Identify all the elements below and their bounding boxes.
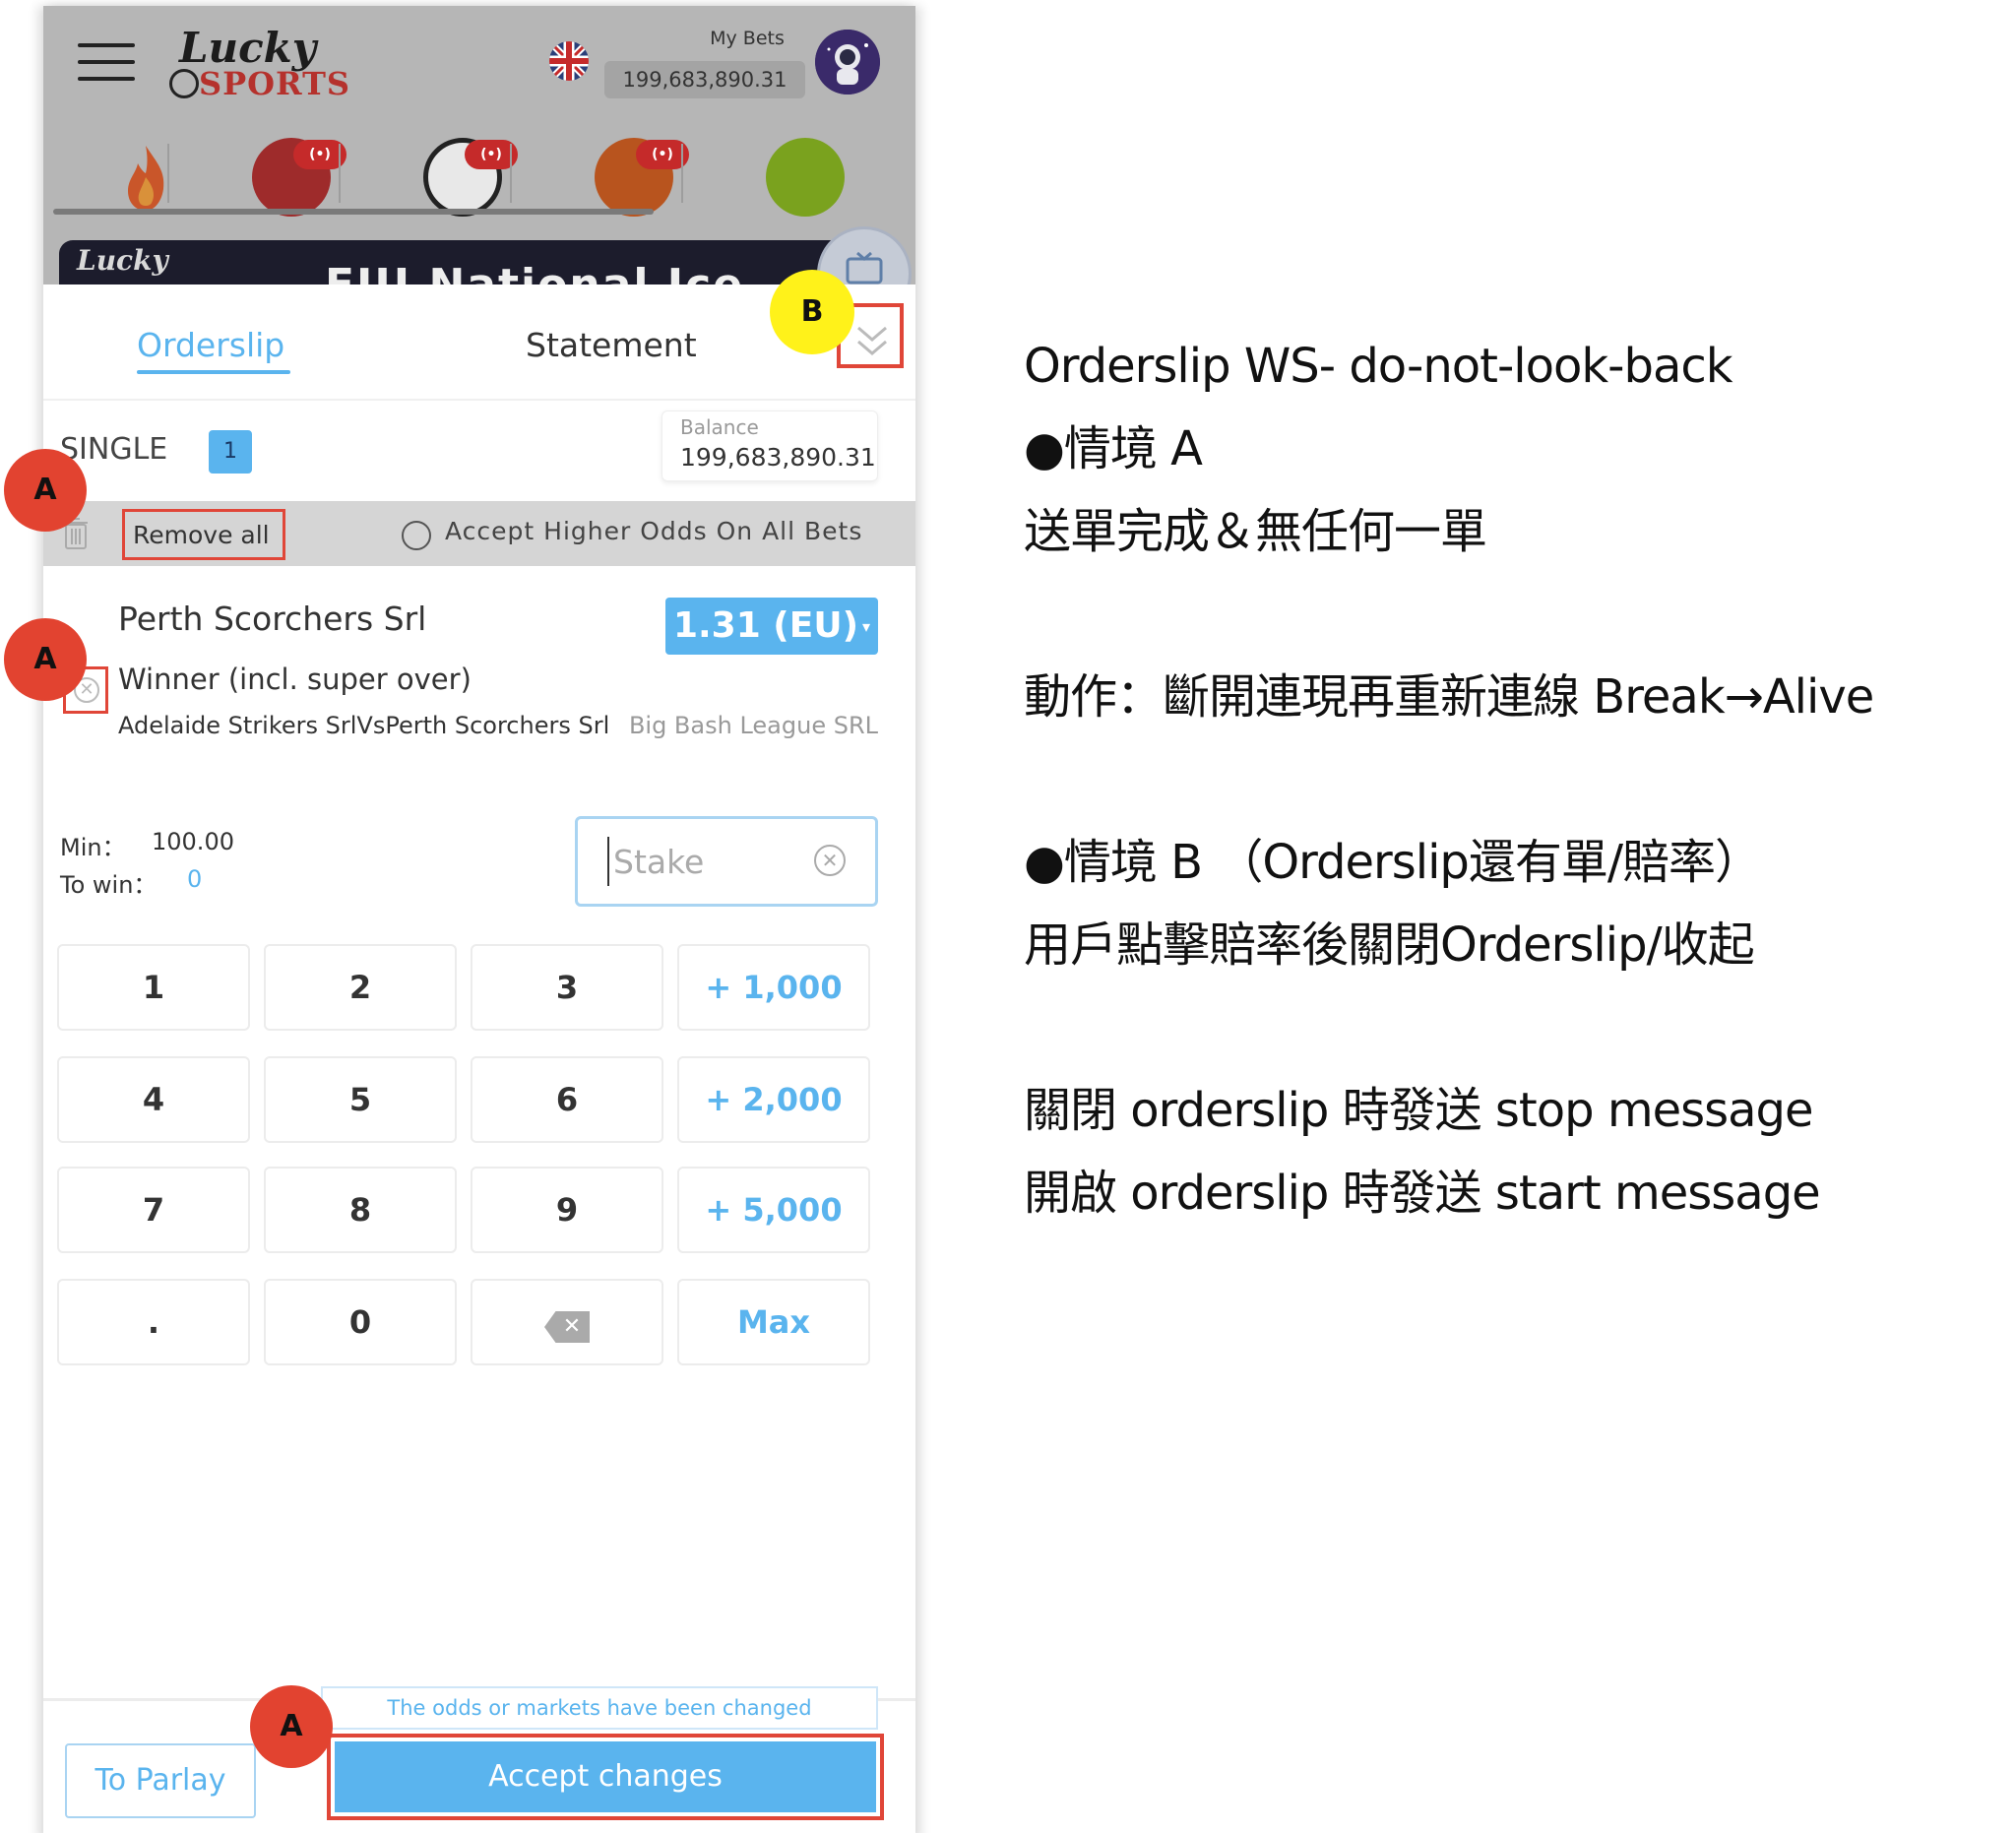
key-plus-1000[interactable]: + 1,000 (677, 944, 870, 1031)
note-line: 動作：斷開連現再重新連線 Break→Alive (1024, 669, 1874, 725)
my-bets-balance: 199,683,890.31 (604, 61, 805, 98)
key-0[interactable]: 0 (264, 1279, 457, 1365)
odds-format-dropdown[interactable]: 1.31 (EU) ▾ (665, 598, 878, 655)
key-5[interactable]: 5 (264, 1056, 457, 1143)
tennis-ball-icon[interactable] (766, 138, 845, 217)
to-win-value: 0 (187, 865, 203, 893)
stake-input[interactable] (607, 837, 804, 886)
key-3[interactable]: 3 (471, 944, 663, 1031)
key-max[interactable]: Max (677, 1279, 870, 1365)
note-line: 開啟 orderslip 時發送 start message (1024, 1166, 1821, 1221)
note-line: ●情境 B （Orderslip還有單/賠率） (1024, 835, 1762, 890)
bet-count-badge: 1 (209, 430, 252, 474)
caret-down-icon: ▾ (862, 617, 871, 636)
sport-divider (510, 144, 512, 203)
note-line (1024, 738, 2008, 821)
astronaut-avatar-icon[interactable] (815, 30, 880, 95)
uk-flag-icon[interactable] (549, 41, 589, 81)
marker-a: A (4, 449, 87, 532)
key-2[interactable]: 2 (264, 944, 457, 1031)
fire-icon[interactable] (106, 138, 185, 217)
to-win-label: To win： (60, 871, 158, 899)
bet-event: Adelaide Strikers SrlVsPerth Scorchers S… (118, 712, 610, 739)
accept-changes-button[interactable]: Accept changes (335, 1741, 876, 1812)
min-stake-value: 100.00 (152, 828, 234, 855)
balance-box: Balance 199,683,890.31 (662, 411, 878, 481)
orderslip-sheet: Orderslip Statement SINGLE 1 Balance 199… (43, 284, 915, 1833)
sport-divider (681, 144, 683, 203)
promo-banner[interactable]: Lucky EIU National Ice (59, 240, 876, 287)
my-bets-label[interactable]: My Bets (693, 28, 801, 49)
dimmed-header: Lucky SPORTS My Bets 199,683,890.31 (•) … (43, 6, 915, 321)
key-4[interactable]: 4 (57, 1056, 250, 1143)
soccer-ball-logo-icon (169, 69, 199, 98)
key-6[interactable]: 6 (471, 1056, 663, 1143)
slip-action-bar: Remove all Accept Higher Odds On All Bet… (43, 501, 915, 566)
balance-value: 199,683,890.31 (680, 443, 876, 472)
key-1[interactable]: 1 (57, 944, 250, 1031)
banner-headline: EIU National Ice (325, 260, 745, 287)
tab-orderslip[interactable]: Orderslip (137, 326, 284, 364)
active-tab-indicator (137, 370, 290, 374)
key-decimal[interactable]: . (57, 1279, 250, 1365)
key-plus-2000[interactable]: + 2,000 (677, 1056, 870, 1143)
key-plus-5000[interactable]: + 5,000 (677, 1167, 870, 1253)
odds-value: 1.31 (EU) (672, 605, 859, 646)
sport-divider (167, 144, 169, 203)
odds-changed-notice: The odds or markets have been changed (321, 1686, 878, 1730)
marker-b: B (770, 270, 854, 354)
key-9[interactable]: 9 (471, 1167, 663, 1253)
brand-logo[interactable]: Lucky SPORTS (169, 24, 376, 108)
bet-selection: Perth Scorchers Srl (118, 600, 427, 638)
clear-circle-icon[interactable]: ✕ (814, 845, 846, 876)
key-backspace[interactable]: ✕ (471, 1279, 663, 1365)
remove-all-button[interactable]: Remove all (122, 509, 285, 560)
key-8[interactable]: 8 (264, 1167, 457, 1253)
accept-changes-highlight: Accept changes (327, 1734, 884, 1820)
note-line (1024, 573, 2008, 656)
note-line: 關閉 orderslip 時發送 stop message (1024, 1083, 1814, 1138)
stake-field[interactable]: ✕ (575, 816, 878, 907)
note-line: 用戶點擊賠率後關閉Orderslip/收起 (1024, 917, 1755, 973)
backspace-icon: ✕ (544, 1311, 590, 1343)
annotation-notes: Orderslip WS- do-not-look-back ●情境 A 送單完… (1024, 325, 2008, 1234)
banner-logo: Lucky (77, 244, 168, 277)
note-line: ●情境 A (1024, 421, 1203, 476)
accept-higher-odds-label[interactable]: Accept Higher Odds On All Bets (445, 517, 862, 545)
marker-a: A (250, 1685, 333, 1768)
key-7[interactable]: 7 (57, 1167, 250, 1253)
bet-market: Winner (incl. super over) (118, 663, 472, 696)
tabs-divider (43, 399, 915, 401)
note-line: 送單完成＆無任何一單 (1024, 504, 1487, 559)
balance-label: Balance (680, 415, 759, 439)
hamburger-menu-icon[interactable] (78, 43, 135, 83)
bet-league: Big Bash League SRL (628, 712, 878, 739)
sport-divider (339, 144, 341, 203)
tab-statement[interactable]: Statement (526, 326, 697, 364)
accept-higher-odds-radio[interactable] (402, 521, 431, 550)
marker-a: A (4, 618, 87, 701)
sports-scrollbar[interactable] (53, 209, 654, 215)
to-parlay-button[interactable]: To Parlay (65, 1743, 256, 1818)
note-line (1024, 986, 2008, 1069)
min-stake-label: Min： (60, 834, 126, 861)
brand-logo-bottom: SPORTS (199, 65, 350, 102)
bet-mode-label: SINGLE (60, 432, 168, 467)
note-line: Orderslip WS- do-not-look-back (1024, 339, 1733, 394)
